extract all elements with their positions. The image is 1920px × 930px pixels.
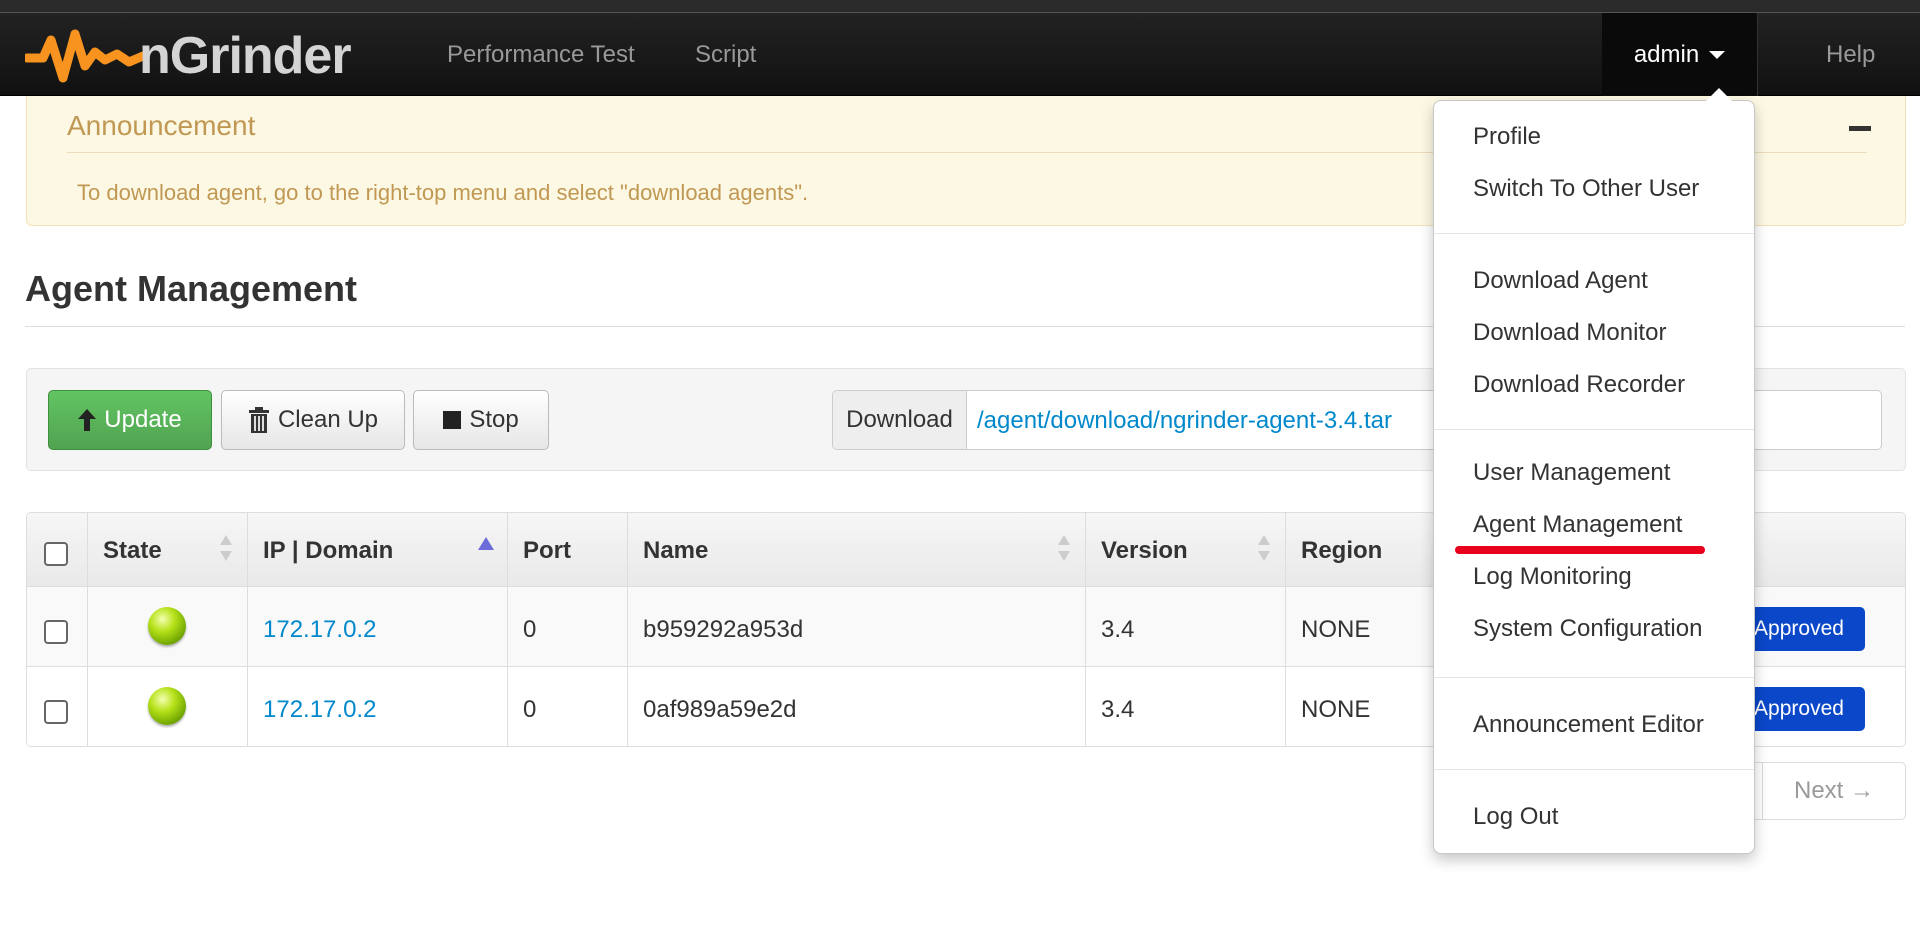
- agent-ip-link[interactable]: 172.17.0.2: [263, 616, 376, 644]
- sort-asc-icon[interactable]: [478, 537, 494, 550]
- agent-name: 0af989a59e2d: [643, 696, 797, 723]
- menu-item-user-management[interactable]: User Management: [1473, 459, 1670, 487]
- highlight-underline: [1455, 546, 1705, 554]
- menu-item-download-monitor[interactable]: Download Monitor: [1473, 319, 1666, 347]
- row-checkbox[interactable]: [44, 620, 68, 644]
- column-divider: [627, 513, 628, 746]
- agent-region: NONE: [1301, 696, 1371, 723]
- download-label: Download: [833, 391, 967, 449]
- announcement-title: Announcement: [67, 110, 256, 141]
- clean-up-button-label: Clean Up: [277, 406, 379, 433]
- arrow-up-icon: [78, 409, 97, 431]
- menu-item-switch-user[interactable]: Switch To Other User: [1473, 175, 1699, 203]
- header-name[interactable]: Name: [643, 537, 708, 565]
- sort-icon[interactable]: [220, 535, 232, 563]
- menu-item-announcement-editor[interactable]: Announcement Editor: [1473, 711, 1704, 739]
- nav-help[interactable]: Help: [1826, 41, 1875, 69]
- menu-item-download-agent[interactable]: Download Agent: [1473, 267, 1648, 295]
- announcement-text: To download agent, go to the right-top m…: [77, 180, 809, 205]
- stop-icon: [443, 411, 462, 429]
- nav-performance-test[interactable]: Performance Test: [447, 41, 635, 69]
- brand-name: nGrinder: [139, 27, 352, 85]
- header-state[interactable]: State: [103, 537, 162, 565]
- header-port: Port: [523, 537, 571, 564]
- download-agent-link[interactable]: /agent/download/ngrinder-agent-3.4.tar: [977, 407, 1392, 435]
- sort-icon[interactable]: [1258, 535, 1270, 563]
- caret-down-icon: [1709, 50, 1726, 59]
- menu-divider: [1434, 677, 1754, 678]
- nav-divider: [1757, 13, 1758, 96]
- menu-item-log-monitoring[interactable]: Log Monitoring: [1473, 563, 1632, 591]
- menu-divider: [1434, 233, 1754, 234]
- menu-item-agent-management[interactable]: Agent Management: [1473, 511, 1682, 539]
- pagination-next[interactable]: Next →: [1762, 762, 1906, 820]
- menu-divider: [1434, 429, 1754, 430]
- header-ip-domain[interactable]: IP | Domain: [263, 537, 393, 565]
- sort-icon[interactable]: [1058, 535, 1070, 563]
- menu-item-log-out[interactable]: Log Out: [1473, 803, 1558, 831]
- agent-version: 3.4: [1101, 616, 1135, 643]
- header-version[interactable]: Version: [1101, 537, 1188, 565]
- column-divider: [1285, 513, 1286, 746]
- agent-port: 0: [523, 696, 537, 723]
- user-menu-toggle[interactable]: admin: [1602, 13, 1757, 96]
- nav-script[interactable]: Script: [695, 41, 756, 69]
- brand-logo[interactable]: nGrinder: [25, 21, 352, 91]
- column-divider: [1085, 513, 1086, 746]
- stop-button[interactable]: Stop: [413, 390, 549, 450]
- page-title: Agent Management: [25, 268, 358, 309]
- trash-icon: [248, 407, 269, 433]
- select-all-checkbox[interactable]: [44, 542, 68, 566]
- user-name: admin: [1633, 40, 1700, 68]
- agent-name: b959292a953d: [643, 616, 804, 643]
- user-dropdown-menu: Profile Switch To Other User Download Ag…: [1433, 100, 1755, 854]
- menu-item-profile[interactable]: Profile: [1473, 123, 1541, 151]
- stop-button-label: Stop: [469, 406, 519, 433]
- row-checkbox[interactable]: [44, 700, 68, 724]
- dropdown-arrow: [1706, 88, 1732, 101]
- collapse-icon[interactable]: [1849, 126, 1871, 131]
- column-divider: [507, 513, 508, 746]
- running-status-icon: [148, 607, 186, 645]
- agent-version: 3.4: [1101, 696, 1135, 723]
- header-region: Region: [1301, 537, 1383, 564]
- clean-up-button[interactable]: Clean Up: [221, 390, 405, 450]
- agent-port: 0: [523, 616, 537, 643]
- update-button-label: Update: [104, 406, 182, 433]
- menu-divider: [1434, 769, 1754, 770]
- column-divider: [247, 513, 248, 746]
- waveform-logo-icon: [25, 29, 145, 83]
- column-divider: [87, 513, 88, 746]
- agent-ip-link[interactable]: 172.17.0.2: [263, 696, 376, 724]
- running-status-icon: [148, 687, 186, 725]
- menu-item-system-configuration[interactable]: System Configuration: [1473, 615, 1702, 643]
- window-top-strip: [0, 0, 1920, 13]
- agent-region: NONE: [1301, 616, 1371, 643]
- update-button[interactable]: Update: [48, 390, 212, 450]
- menu-item-download-recorder[interactable]: Download Recorder: [1473, 371, 1685, 399]
